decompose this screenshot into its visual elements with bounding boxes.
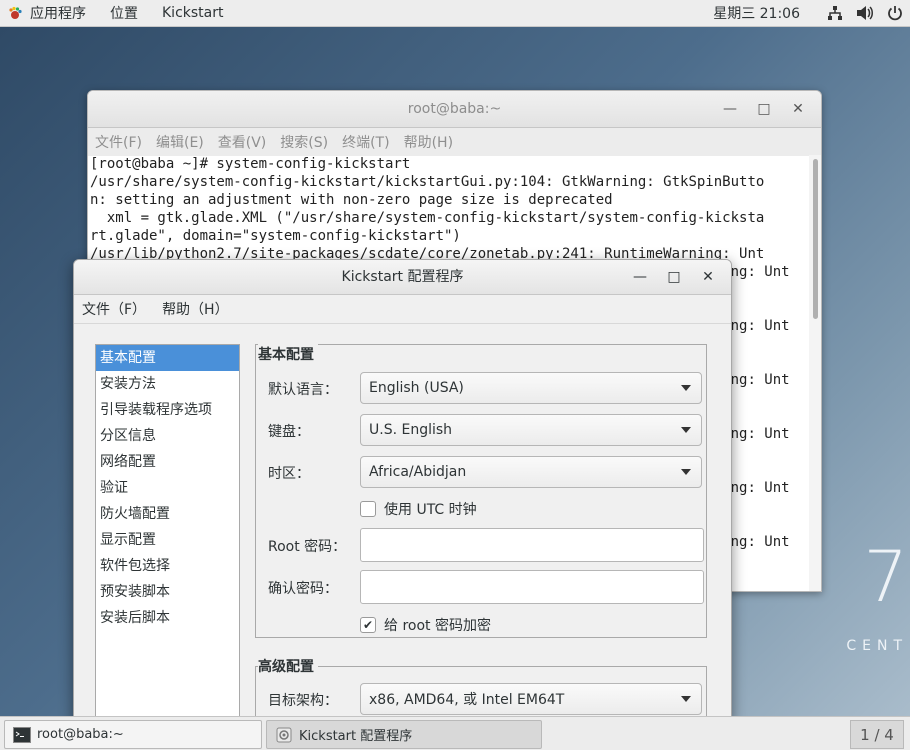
chevron-down-icon <box>681 696 691 702</box>
terminal-line: n: setting an adjustment with non-zero p… <box>90 192 613 208</box>
target-arch-label: 目标架构： <box>268 693 338 709</box>
keyboard-label: 键盘： <box>268 424 310 440</box>
gnome-foot-icon <box>9 6 22 19</box>
applications-menu[interactable]: 应用程序 <box>0 3 98 23</box>
utc-clock-checkbox[interactable]: 使用 UTC 时钟 <box>360 499 477 519</box>
nav-item-firewall-config[interactable]: 防火墙配置 <box>96 501 239 527</box>
kickstart-close-button[interactable]: ✕ <box>691 269 725 285</box>
chevron-down-icon <box>681 469 691 475</box>
nav-item-install-method[interactable]: 安装方法 <box>96 371 239 397</box>
nav-item-partition-info[interactable]: 分区信息 <box>96 423 239 449</box>
utc-checkbox-box[interactable] <box>360 501 376 517</box>
terminal-minimize-button[interactable]: — <box>713 101 747 117</box>
target-arch-value: x86, AMD64, 或 Intel EM64T <box>369 692 565 708</box>
chevron-down-icon <box>681 385 691 391</box>
network-icon[interactable] <box>820 5 850 21</box>
terminal-title: root@baba:~ <box>407 101 502 117</box>
terminal-line: xml = gtk.glade.XML ("/usr/share/system-… <box>90 210 765 226</box>
taskbar-item-kickstart[interactable]: Kickstart 配置程序 <box>266 720 542 749</box>
taskbar-kickstart-label: Kickstart 配置程序 <box>299 729 413 744</box>
terminal-menu-edit[interactable]: 编辑(E) <box>149 132 211 152</box>
active-app-menu[interactable]: Kickstart <box>150 5 235 21</box>
timezone-value: Africa/Abidjan <box>369 464 467 480</box>
power-icon[interactable] <box>880 5 910 21</box>
terminal-icon <box>13 726 31 743</box>
kickstart-window[interactable]: Kickstart 配置程序 — □ ✕ 文件（F） 帮助（H） 基本配置 安装… <box>73 259 732 721</box>
volume-icon[interactable] <box>850 5 880 21</box>
root-password-field[interactable] <box>360 528 704 562</box>
root-password-label: Root 密码： <box>268 539 347 555</box>
terminal-scrollbar-thumb[interactable] <box>813 159 818 319</box>
kickstart-icon <box>276 727 292 742</box>
kickstart-menu-file[interactable]: 文件（F） <box>74 299 154 319</box>
terminal-menu-search[interactable]: 搜索(S) <box>273 132 335 152</box>
encrypt-root-password-label: 给 root 密码加密 <box>384 618 491 634</box>
category-list: 基本配置 安装方法 引导装载程序选项 分区信息 网络配置 验证 防火墙配置 显示… <box>95 344 240 720</box>
terminal-maximize-button[interactable]: □ <box>747 101 781 117</box>
top-bar: 应用程序 位置 Kickstart 星期三 21:06 <box>0 0 910 27</box>
target-arch-select[interactable]: x86, AMD64, 或 Intel EM64T <box>360 683 702 715</box>
centos-watermark-text: CENT <box>846 638 908 654</box>
nav-item-display-config[interactable]: 显示配置 <box>96 527 239 553</box>
terminal-line: [root@baba ~]# system-config-kickstart <box>90 156 411 172</box>
confirm-password-label: 确认密码： <box>268 581 338 597</box>
nav-item-post-install-script[interactable]: 安装后脚本 <box>96 605 239 631</box>
kickstart-minimize-button[interactable]: — <box>623 269 657 285</box>
basic-config-heading: 基本配置 <box>258 344 318 364</box>
terminal-line: /usr/share/system-config-kickstart/kicks… <box>90 174 765 190</box>
bottom-taskbar: root@baba:~ Kickstart 配置程序 1 / 4 <box>0 716 910 750</box>
nav-item-authentication[interactable]: 验证 <box>96 475 239 501</box>
terminal-menu-view[interactable]: 查看(V) <box>211 132 274 152</box>
centos-watermark-number: 7 <box>863 536 908 618</box>
kickstart-menubar: 文件（F） 帮助（H） <box>74 295 731 324</box>
taskbar-terminal-label: root@baba:~ <box>37 727 124 742</box>
terminal-line: rt.glade", domain="system-config-kicksta… <box>90 228 461 244</box>
keyboard-value: U.S. English <box>369 422 453 438</box>
timezone-select[interactable]: Africa/Abidjan <box>360 456 702 488</box>
nav-item-pre-install-script[interactable]: 预安装脚本 <box>96 579 239 605</box>
language-select[interactable]: English (USA) <box>360 372 702 404</box>
encrypt-root-password-checkbox[interactable]: ✔ 给 root 密码加密 <box>360 615 491 635</box>
places-menu[interactable]: 位置 <box>98 3 150 23</box>
advanced-config-heading: 高级配置 <box>258 656 318 676</box>
language-label: 默认语言： <box>268 382 338 398</box>
terminal-menubar: 文件(F) 编辑(E) 查看(V) 搜索(S) 终端(T) 帮助(H) <box>88 128 821 156</box>
confirm-password-field[interactable] <box>360 570 704 604</box>
applications-label: 应用程序 <box>30 6 86 22</box>
kickstart-maximize-button[interactable]: □ <box>657 269 691 285</box>
workspace-pager[interactable]: 1 / 4 <box>850 720 904 749</box>
kickstart-menu-help[interactable]: 帮助（H） <box>154 299 237 319</box>
nav-item-package-selection[interactable]: 软件包选择 <box>96 553 239 579</box>
nav-item-network-config[interactable]: 网络配置 <box>96 449 239 475</box>
kickstart-titlebar[interactable]: Kickstart 配置程序 — □ ✕ <box>74 260 731 295</box>
taskbar-item-terminal[interactable]: root@baba:~ <box>4 720 262 749</box>
terminal-titlebar[interactable]: root@baba:~ — □ ✕ <box>88 91 821 128</box>
timezone-label: 时区： <box>268 466 310 482</box>
nav-item-bootloader-options[interactable]: 引导装载程序选项 <box>96 397 239 423</box>
language-value: English (USA) <box>369 380 464 396</box>
terminal-close-button[interactable]: ✕ <box>781 101 815 117</box>
terminal-menu-help[interactable]: 帮助(H) <box>397 132 460 152</box>
clock[interactable]: 星期三 21:06 <box>713 3 800 23</box>
nav-item-basic-config[interactable]: 基本配置 <box>96 345 239 371</box>
keyboard-select[interactable]: U.S. English <box>360 414 702 446</box>
chevron-down-icon <box>681 427 691 433</box>
utc-clock-label: 使用 UTC 时钟 <box>384 502 477 518</box>
terminal-menu-file[interactable]: 文件(F) <box>88 132 149 152</box>
check-icon[interactable]: ✔ <box>360 617 376 633</box>
terminal-menu-terminal[interactable]: 终端(T) <box>335 132 396 152</box>
